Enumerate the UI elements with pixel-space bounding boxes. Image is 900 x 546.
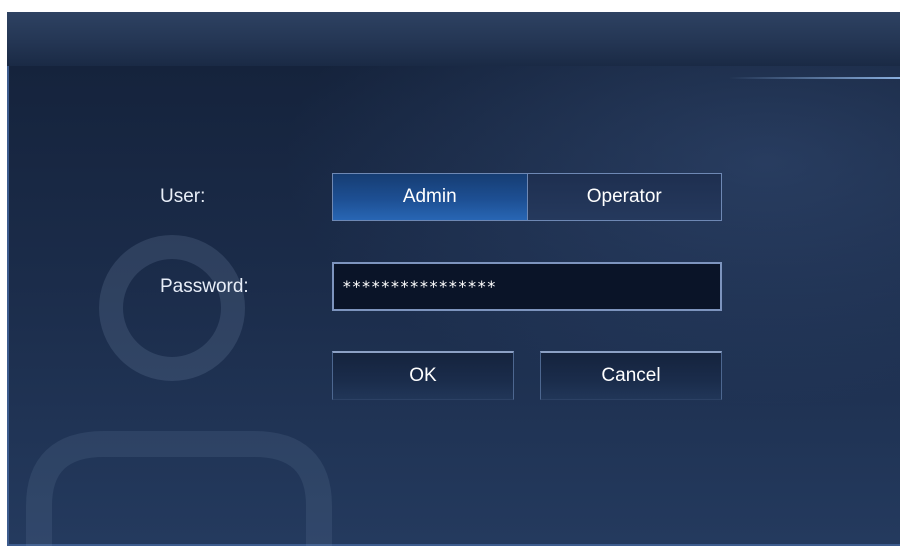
login-dialog: User: Admin Operator Password: *********… — [7, 12, 900, 546]
password-label: Password: — [160, 276, 249, 297]
user-label: User: — [160, 186, 206, 207]
user-selector: Admin Operator — [332, 173, 722, 221]
panel-highlight — [729, 77, 900, 79]
cancel-button[interactable]: Cancel — [540, 351, 722, 400]
login-panel: User: Admin Operator Password: *********… — [7, 66, 900, 546]
password-input[interactable]: **************** — [332, 262, 722, 311]
ok-button[interactable]: OK — [332, 351, 514, 400]
user-option-operator[interactable]: Operator — [527, 174, 721, 220]
title-bar — [7, 12, 900, 67]
user-option-admin[interactable]: Admin — [333, 174, 528, 220]
